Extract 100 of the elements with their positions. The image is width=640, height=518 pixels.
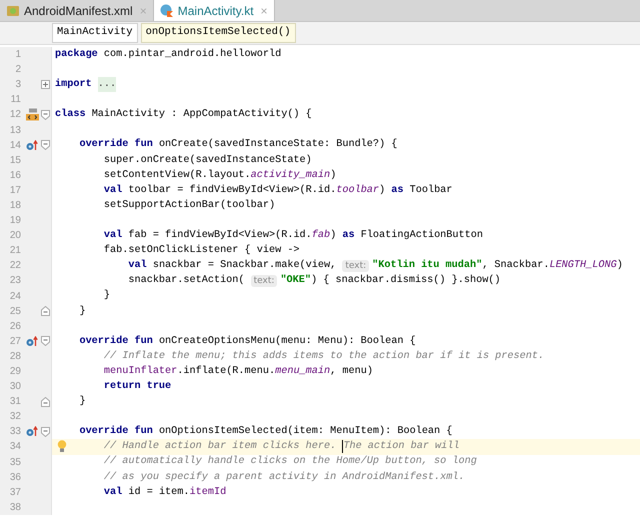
code-text: ) [616, 258, 623, 274]
collapse-fold-icon[interactable] [41, 336, 50, 346]
line-number: 31 [8, 395, 22, 410]
code-text: ) [330, 168, 336, 183]
keyword: val [102, 184, 124, 198]
code-text: } [78, 304, 86, 318]
fold-end-icon[interactable] [41, 306, 50, 316]
code-text: onCreate(savedInstanceState: Bundle?) { [158, 138, 398, 152]
comment: // Handle action bar item clicks here. [102, 440, 338, 454]
code-text: .inflate(R.menu. [177, 364, 276, 379]
keyword: val [127, 258, 148, 274]
line-number: 1 [14, 48, 22, 62]
string-literal: "Kotlin itu mudah" [372, 258, 482, 274]
code-text: , Snackbar. [482, 258, 550, 274]
override-icon[interactable] [26, 336, 38, 347]
code-text: super.onCreate(savedInstanceState) [102, 154, 312, 168]
code-text: fab.setOnClickListener { view -> [102, 244, 300, 258]
code-text: } [78, 394, 86, 410]
comment: // as you specify a parent activity in AndroidManifest.xml. [102, 470, 465, 485]
keyword: override fun [78, 138, 154, 152]
line-number: 20 [8, 229, 22, 244]
line-number: 16 [8, 168, 22, 183]
line-number: 36 [8, 470, 22, 485]
code-text: id = item. [128, 486, 190, 500]
tab-label: MainActivity.kt [178, 2, 254, 20]
line-number: 15 [8, 154, 22, 168]
code-text: , menu) [330, 364, 373, 379]
code-text: onCreateOptionsMenu(menu: Menu): Boolean { [158, 334, 416, 349]
line-number: 14 [8, 138, 22, 153]
fold-end-icon[interactable] [41, 396, 50, 407]
keyword: return true [102, 380, 172, 394]
property-name: fab [312, 228, 330, 244]
keyword: val [102, 228, 124, 244]
code-text: ) [330, 228, 338, 244]
comment: // automatically handle clicks on the Home/Up button, so long [102, 454, 477, 470]
keyword: class [55, 108, 87, 122]
line-number: 17 [8, 184, 22, 198]
keyword: as [342, 229, 356, 244]
line-number: 38 [8, 500, 22, 515]
code-text: toolbar = findViewById<View>(R.id. [128, 184, 336, 198]
collapse-fold-icon[interactable] [41, 140, 50, 150]
line-number: 13 [8, 124, 22, 138]
code-text: Toolbar [410, 184, 452, 198]
line-number: 28 [8, 350, 22, 364]
lightbulb-icon[interactable] [57, 440, 67, 454]
collapse-fold-icon[interactable] [41, 426, 50, 437]
parameter-hint: text: [342, 260, 370, 272]
folded-code[interactable]: ... [98, 77, 116, 92]
code-text: com.pintar_android.helloworld [104, 48, 282, 62]
property-name: menu_main [275, 364, 330, 379]
code-text: setContentView(R.layout. [102, 168, 251, 183]
line-number: 30 [8, 380, 22, 394]
code-text: setSupportActionBar(toolbar) [102, 198, 276, 213]
line-number: 25 [8, 304, 22, 319]
property-name: menuInflater [102, 364, 178, 379]
code-text: FloatingActionButton [360, 228, 483, 244]
keyword: package [55, 48, 99, 62]
line-number: 33 [8, 425, 22, 440]
line-number: 23 [8, 274, 22, 288]
line-number: 3 [14, 78, 22, 92]
code-text: ) [379, 184, 386, 198]
line-number: 37 [8, 486, 22, 500]
line-number: 21 [8, 244, 22, 258]
code-text: snackbar.setAction( [127, 274, 246, 288]
breadcrumb-item[interactable]: onOptionsItemSelected() [140, 23, 296, 43]
line-number: 27 [8, 334, 22, 349]
tab-label: AndroidManifest.xml [24, 2, 133, 20]
line-number: 29 [8, 365, 22, 380]
parameter-hint: text: [250, 274, 278, 287]
line-number: 24 [8, 290, 22, 304]
comment: The action bar will [343, 440, 460, 454]
keyword: override fun [78, 334, 154, 349]
line-number: 32 [8, 410, 22, 424]
keyword: import [55, 78, 93, 92]
line-number: 2 [14, 63, 22, 78]
line-number: 22 [8, 259, 22, 274]
editor-tab[interactable]: MainActivity.kt × [154, 0, 275, 21]
code-text: fab = findViewById<View>(R.id. [128, 228, 312, 244]
override-icon[interactable] [26, 426, 38, 438]
class-hierarchy-icon[interactable] [24, 108, 38, 122]
keyword: as [391, 184, 404, 198]
collapse-fold-icon[interactable] [41, 110, 50, 120]
kotlin-file-icon [160, 4, 174, 18]
line-number: 12 [8, 108, 22, 122]
keyword: val [102, 486, 124, 500]
line-number: 35 [8, 456, 22, 470]
line-number: 19 [8, 214, 22, 228]
android-file-icon [6, 4, 20, 18]
expand-fold-icon[interactable] [41, 80, 50, 90]
comment: // Inflate the menu; this adds items to the action bar if it is present. [102, 350, 544, 364]
property-name: itemId [190, 486, 226, 500]
text-cursor [342, 440, 344, 454]
override-icon[interactable] [26, 140, 38, 151]
code-text: ) { snackbar.dismiss() }.show() [311, 274, 501, 288]
breadcrumb-item[interactable]: MainActivity [52, 23, 138, 43]
keyword: override fun [78, 424, 154, 440]
property-name: activity_main [250, 168, 330, 183]
code-text: snackbar = Snackbar.make(view, [152, 258, 338, 274]
line-number: 11 [10, 93, 22, 108]
code-text: MainActivity : AppCompatActivity() { [92, 108, 312, 122]
